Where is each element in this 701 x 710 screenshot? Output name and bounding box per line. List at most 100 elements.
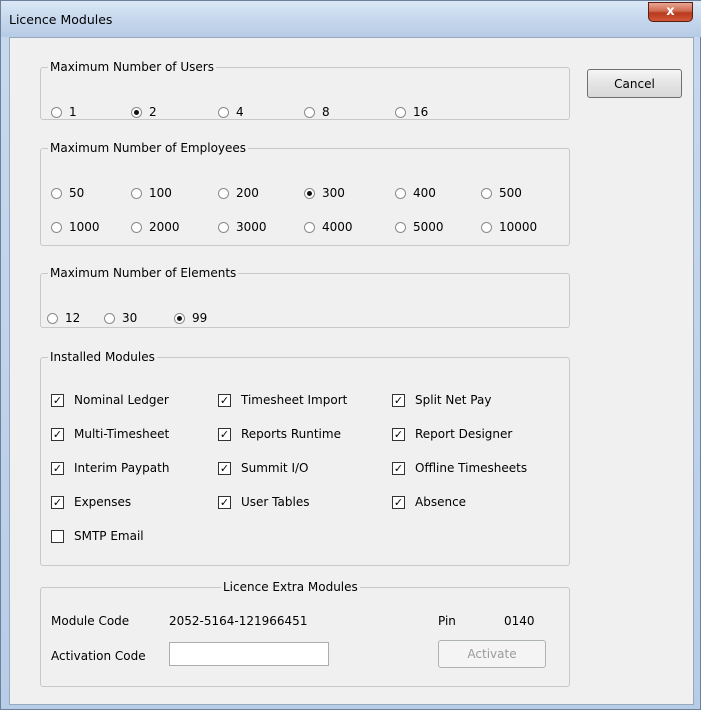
checkbox-checked-icon[interactable]: ✓ [218,427,231,441]
users-radio-4[interactable]: 4 [218,104,244,120]
close-icon: x [666,4,675,19]
employees-radio-10000[interactable]: 10000 [481,219,537,235]
module-code-label: Module Code [51,614,130,628]
cancel-button[interactable]: Cancel [587,69,682,98]
employees-option-label: 300 [322,186,345,200]
employees-group: Maximum Number of Employees 50 100 200 300 4… [40,141,570,246]
modules-option-label: SMTP Email [74,529,144,543]
modules-checkbox-interim-paypath[interactable]: ✓ Interim Paypath [51,460,169,476]
radio-unselected-icon[interactable] [47,312,58,324]
checkbox-checked-icon[interactable]: ✓ [51,393,64,407]
employees-radio-5000[interactable]: 5000 [395,219,444,235]
checkbox-checked-icon[interactable]: ✓ [51,461,64,475]
checkbox-checked-icon[interactable]: ✓ [51,427,64,441]
activation-code-label: Activation Code [51,649,146,663]
elements-option-label: 12 [65,311,81,325]
checkbox-checked-icon[interactable]: ✓ [218,495,231,509]
modules-checkbox-expenses[interactable]: ✓ Expenses [51,494,131,510]
checkbox-checked-icon[interactable]: ✓ [392,427,405,441]
radio-unselected-icon[interactable] [218,187,229,199]
employees-radio-2000[interactable]: 2000 [131,219,180,235]
modules-option-label: Reports Runtime [241,427,341,441]
modules-checkbox-report-designer[interactable]: ✓ Report Designer [392,426,512,442]
modules-option-label: Offline Timesheets [415,461,528,475]
radio-unselected-icon[interactable] [104,312,115,324]
radio-unselected-icon[interactable] [395,106,406,118]
modules-option-label: Interim Paypath [74,461,170,475]
employees-radio-1000[interactable]: 1000 [51,219,100,235]
module-code-value: 2052-5164-121966451 [169,614,308,628]
checkbox-checked-icon[interactable]: ✓ [51,495,64,509]
radio-unselected-icon[interactable] [131,187,142,199]
employees-group-legend: Maximum Number of Employees [50,141,247,155]
modules-group: Installed Modules ✓ Nominal Ledger ✓ Timesh… [40,350,570,566]
radio-unselected-icon[interactable] [51,187,62,199]
modules-checkbox-smtp-email[interactable]: SMTP Email [51,528,144,544]
users-group: Maximum Number of Users 1 2 4 8 16 [40,60,570,120]
radio-selected-icon[interactable] [304,187,315,199]
radio-selected-icon[interactable] [131,106,142,118]
employees-option-label: 200 [236,186,259,200]
checkbox-checked-icon[interactable]: ✓ [392,495,405,509]
employees-radio-3000[interactable]: 3000 [218,219,267,235]
checkbox-unchecked-icon[interactable] [51,529,64,543]
window-title: Licence Modules [9,12,113,27]
modules-option-label: Multi-Timesheet [74,427,170,441]
employees-option-label: 2000 [149,220,180,234]
licence-modules-window: Licence Modules x Cancel Maximum Number … [0,0,701,710]
activate-button[interactable]: Activate [438,640,546,668]
checkbox-checked-icon[interactable]: ✓ [218,461,231,475]
modules-checkbox-nominal-ledger[interactable]: ✓ Nominal Ledger [51,392,169,408]
users-radio-1[interactable]: 1 [51,104,77,120]
radio-unselected-icon[interactable] [131,221,142,233]
checkbox-checked-icon[interactable]: ✓ [392,393,405,407]
modules-checkbox-multi-timesheet[interactable]: ✓ Multi-Timesheet [51,426,169,442]
employees-radio-400[interactable]: 400 [395,185,436,201]
extra-modules-group: Licence Extra Modules Module Code 2052-5… [40,580,570,687]
employees-radio-200[interactable]: 200 [218,185,259,201]
modules-checkbox-timesheet-import[interactable]: ✓ Timesheet Import [218,392,347,408]
employees-radio-4000[interactable]: 4000 [304,219,353,235]
activation-code-input[interactable] [169,642,329,666]
modules-group-legend: Installed Modules [50,350,155,364]
checkbox-checked-icon[interactable]: ✓ [218,393,231,407]
users-option-label: 2 [149,105,157,119]
pin-label: Pin [438,614,456,628]
users-radio-8[interactable]: 8 [304,104,330,120]
employees-option-label: 5000 [413,220,444,234]
close-button[interactable]: x [648,2,693,22]
elements-radio-30[interactable]: 30 [104,310,137,326]
checkbox-checked-icon[interactable]: ✓ [392,461,405,475]
employees-radio-100[interactable]: 100 [131,185,172,201]
modules-checkbox-offline-timesheets[interactable]: ✓ Offline Timesheets [392,460,527,476]
pin-value: 0140 [504,614,535,628]
modules-checkbox-absence[interactable]: ✓ Absence [392,494,466,510]
modules-checkbox-summit-i-o[interactable]: ✓ Summit I/O [218,460,308,476]
radio-unselected-icon[interactable] [218,221,229,233]
radio-unselected-icon[interactable] [218,106,229,118]
radio-unselected-icon[interactable] [304,106,315,118]
employees-radio-300[interactable]: 300 [304,185,345,201]
radio-unselected-icon[interactable] [304,221,315,233]
radio-unselected-icon[interactable] [51,106,62,118]
users-radio-16[interactable]: 16 [395,104,428,120]
users-group-legend: Maximum Number of Users [50,60,214,74]
modules-checkbox-split-net-pay[interactable]: ✓ Split Net Pay [392,392,491,408]
elements-radio-12[interactable]: 12 [47,310,80,326]
radio-unselected-icon[interactable] [395,187,406,199]
title-bar[interactable]: Licence Modules x [1,1,701,37]
radio-unselected-icon[interactable] [481,221,492,233]
employees-option-label: 10000 [499,220,538,234]
elements-radio-99[interactable]: 99 [174,310,207,326]
modules-option-label: Nominal Ledger [74,393,169,407]
employees-radio-500[interactable]: 500 [481,185,522,201]
radio-unselected-icon[interactable] [481,187,492,199]
radio-unselected-icon[interactable] [395,221,406,233]
modules-checkbox-reports-runtime[interactable]: ✓ Reports Runtime [218,426,341,442]
employees-radio-50[interactable]: 50 [51,185,84,201]
radio-unselected-icon[interactable] [51,221,62,233]
modules-checkbox-user-tables[interactable]: ✓ User Tables [218,494,309,510]
modules-option-label: Absence [415,495,467,509]
users-radio-2[interactable]: 2 [131,104,157,120]
radio-selected-icon[interactable] [174,312,185,324]
